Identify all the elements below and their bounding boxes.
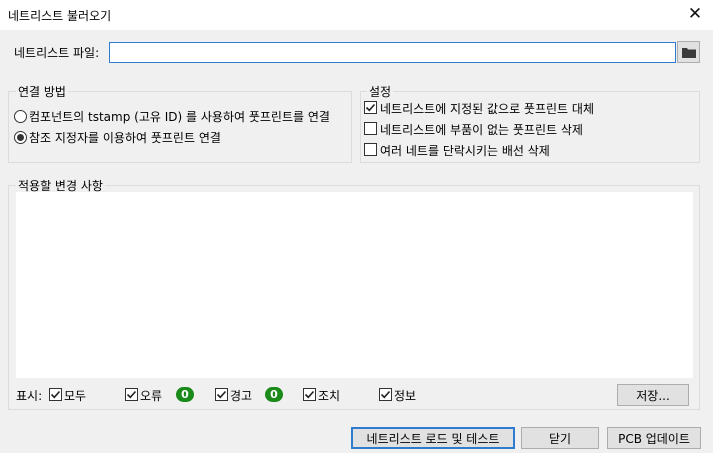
window-title: 네트리스트 불러오기: [8, 9, 112, 23]
checkbox-replace-footprints-label[interactable]: 네트리스트에 지정된 값으로 풋프린트 대체: [380, 100, 594, 117]
checkmark-icon: [304, 390, 315, 399]
save-button[interactable]: 저장...: [617, 384, 689, 406]
radio-reference-label[interactable]: 참조 지정자를 이용하여 풋프린트 연결: [29, 129, 221, 146]
filter-info-checkbox[interactable]: [379, 388, 392, 401]
netlist-file-label: 네트리스트 파일:: [14, 46, 100, 60]
filter-warnings-label[interactable]: 경고: [230, 387, 252, 404]
checkmark-icon: [380, 390, 391, 399]
errors-count-badge: 0: [176, 387, 194, 402]
radio-selected-dot: [17, 134, 24, 141]
filter-actions-checkbox[interactable]: [303, 388, 316, 401]
checkmark-icon: [126, 390, 137, 399]
checkbox-delete-shorting-tracks-label[interactable]: 여러 네트를 단락시키는 배선 삭제: [380, 142, 550, 159]
connection-method-group: [8, 91, 352, 163]
checkbox-delete-shorting-tracks[interactable]: [364, 143, 377, 156]
checkbox-delete-extra-footprints[interactable]: [364, 122, 377, 135]
filter-errors-label[interactable]: 오류: [140, 387, 162, 404]
warnings-count-badge: 0: [265, 387, 283, 402]
connection-method-title: 연결 방법: [16, 83, 68, 100]
filter-all-label[interactable]: 모두: [64, 387, 86, 404]
filter-all-checkbox[interactable]: [49, 388, 62, 401]
checkmark-icon: [216, 390, 227, 399]
settings-title: 설정: [367, 83, 394, 100]
update-pcb-button[interactable]: PCB 업데이트: [607, 427, 701, 449]
filter-info-label[interactable]: 정보: [394, 387, 416, 404]
filter-errors-checkbox[interactable]: [125, 388, 138, 401]
netlist-file-input[interactable]: [109, 42, 676, 63]
browse-folder-button[interactable]: [677, 41, 700, 63]
filter-warnings-checkbox[interactable]: [215, 388, 228, 401]
close-icon[interactable]: ✕: [684, 3, 706, 25]
filter-label: 표시:: [16, 389, 43, 403]
filter-actions-label[interactable]: 조치: [318, 387, 340, 404]
changes-list[interactable]: [16, 192, 693, 378]
checkbox-replace-footprints[interactable]: [364, 101, 377, 114]
radio-tstamp[interactable]: [14, 110, 27, 123]
checkmark-icon: [50, 390, 61, 399]
radio-reference[interactable]: [14, 131, 27, 144]
checkbox-delete-extra-footprints-label[interactable]: 네트리스트에 부품이 없는 풋프린트 삭제: [380, 121, 583, 138]
close-button[interactable]: 닫기: [521, 427, 599, 449]
checkmark-icon: [365, 103, 376, 112]
folder-icon: [681, 47, 696, 58]
radio-tstamp-label[interactable]: 컴포넌트의 tstamp (고유 ID) 를 사용하여 풋프린트를 연결: [29, 108, 330, 125]
load-and-test-button[interactable]: 네트리스트 로드 및 테스트: [351, 427, 515, 449]
